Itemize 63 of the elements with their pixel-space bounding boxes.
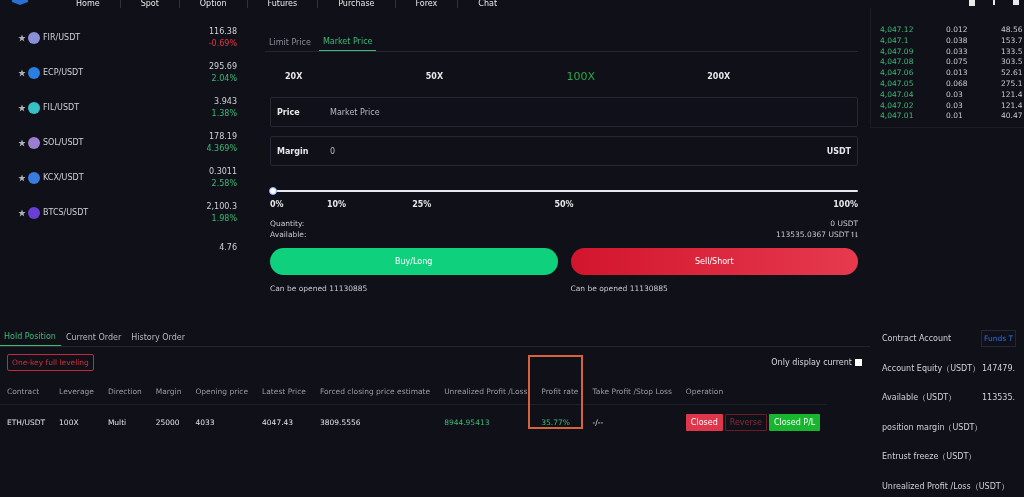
account-title: Contract Account: [882, 334, 953, 344]
only-current-checkbox[interactable]: [855, 359, 862, 366]
account-value: 113535.: [982, 393, 1016, 403]
sell-short-button[interactable]: Sell/Short: [570, 248, 858, 275]
nav-item[interactable]: Spot: [119, 0, 179, 8]
pair-name[interactable]: ECP/USDT: [43, 68, 209, 77]
star-icon[interactable]: [18, 33, 26, 42]
account-label: position margin（USDT）: [882, 421, 983, 433]
pair-name[interactable]: BTCS/USDT: [43, 208, 207, 217]
account-label: Account Equity（USDT）: [882, 362, 982, 374]
change-text: 2.58%: [211, 179, 237, 188]
star-icon[interactable]: [18, 173, 26, 182]
close-button[interactable]: Closed: [685, 414, 723, 431]
nav-item[interactable]: Option: [178, 0, 247, 8]
nav-item[interactable]: Chat: [457, 0, 518, 8]
leverage-option[interactable]: 50X: [425, 71, 567, 81]
pair-name[interactable]: FIL/USDT: [43, 103, 212, 112]
change-text: 2.04%: [211, 74, 237, 83]
position-tab[interactable]: Current Order: [60, 330, 127, 346]
percent-label[interactable]: 100%: [833, 200, 858, 209]
price-text: 2,100.3: [206, 202, 237, 211]
leverage-option[interactable]: 20X: [285, 71, 426, 81]
margin-field[interactable]: Margin 0 USDT: [270, 136, 858, 166]
nav-item[interactable]: Forex: [394, 0, 458, 8]
star-icon[interactable]: [18, 103, 26, 112]
account-label: Available（USDT）: [882, 392, 958, 404]
transfer-icon[interactable]: [851, 231, 858, 238]
account-value: 147479.: [982, 363, 1016, 373]
leverage-option[interactable]: 100X: [566, 69, 708, 83]
leverage-option[interactable]: 200X: [707, 71, 848, 81]
star-icon[interactable]: [18, 68, 26, 77]
nav-item[interactable]: Home: [56, 0, 120, 8]
position-tab[interactable]: Hold Position: [0, 330, 61, 346]
only-current-label: Only display current: [771, 358, 852, 367]
pair-name[interactable]: KCX/USDT: [43, 173, 209, 182]
order-type-tab[interactable]: Limit Price: [265, 33, 315, 51]
order-type-tab[interactable]: Market Price: [318, 33, 377, 51]
percent-slider[interactable]: [270, 186, 858, 196]
percent-label[interactable]: 10%: [326, 200, 347, 209]
account-label: Entrust freeze（USDT）: [882, 451, 978, 463]
percent-label[interactable]: 25%: [412, 200, 432, 209]
price-text: 4.76: [219, 243, 237, 252]
star-icon[interactable]: [18, 208, 26, 217]
price-text: 178.19: [209, 132, 237, 141]
price-text: 116.38: [209, 27, 237, 36]
percent-label[interactable]: 0%: [270, 200, 284, 209]
percent-label[interactable]: 50%: [554, 200, 574, 209]
price-field[interactable]: Price Market Price: [270, 97, 858, 127]
price-text: 0.3011: [209, 167, 237, 176]
nav-item[interactable]: Futures: [246, 0, 318, 8]
slider-thumb[interactable]: [269, 187, 277, 195]
change-text: 1.98%: [211, 214, 237, 223]
change-text: 4.369%: [206, 144, 237, 153]
pair-name[interactable]: FIR/USDT: [43, 33, 209, 42]
star-icon[interactable]: [18, 138, 26, 147]
change-text: -0.69%: [208, 39, 237, 48]
change-text: 1.38%: [211, 109, 237, 118]
nav-item[interactable]: Purchase: [317, 0, 395, 8]
account-label: Unrealized Profit /Loss（USDT）: [882, 480, 1009, 492]
pair-name[interactable]: SOL/USDT: [43, 138, 207, 147]
position-tab[interactable]: History Order: [126, 330, 190, 346]
price-text: 295.69: [209, 62, 237, 71]
price-text: 3.943: [214, 97, 237, 106]
